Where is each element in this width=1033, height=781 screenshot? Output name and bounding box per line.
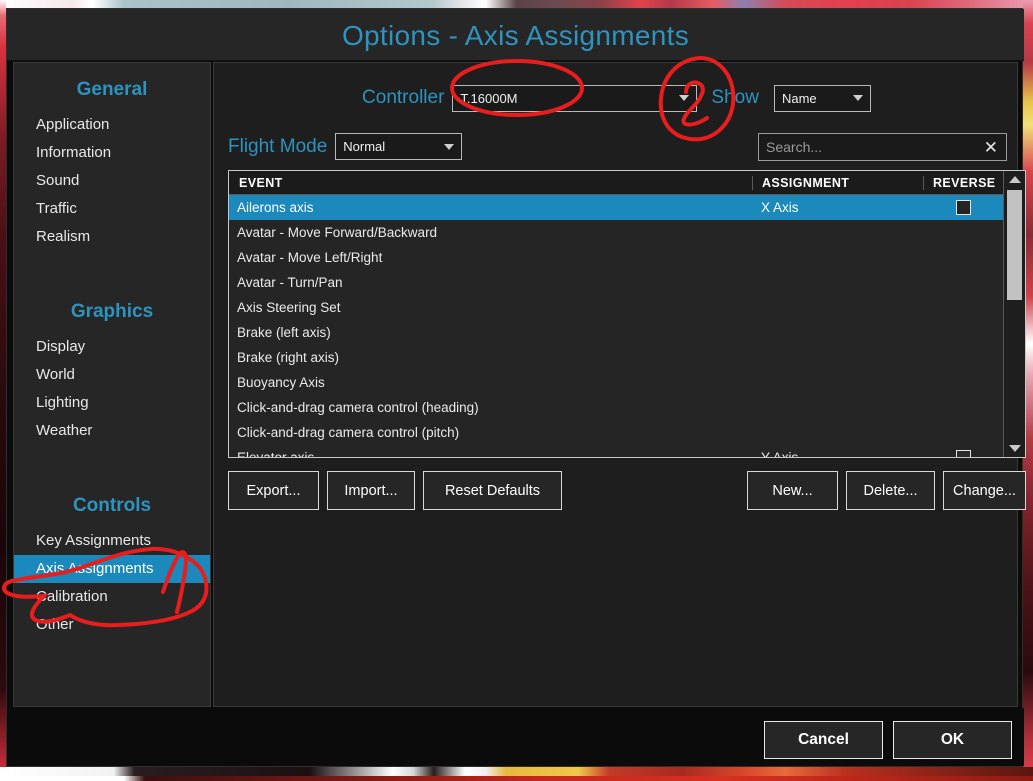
cell-event: Buoyancy Axis: [229, 375, 752, 390]
show-label: Show: [711, 87, 759, 109]
screenshot-root: Options - Axis Assignments General Applic…: [0, 0, 1033, 781]
sidebar-item-lighting[interactable]: Lighting: [14, 389, 210, 417]
flight-mode-label: Flight Mode: [228, 136, 327, 158]
cell-event: Brake (right axis): [229, 350, 752, 365]
sidebar-item-axis-assignments[interactable]: Axis Assignments: [14, 555, 210, 583]
page-title: Options - Axis Assignments: [7, 20, 1024, 52]
cell-assignment: Y Axis: [752, 450, 923, 458]
cell-event: Elevator axis: [229, 450, 752, 458]
sidebar-item-traffic[interactable]: Traffic: [14, 195, 210, 223]
sidebar-item-calibration[interactable]: Calibration: [14, 583, 210, 611]
sidebar-group-title-controls: Controls: [14, 495, 210, 517]
cell-event: Axis Steering Set: [229, 300, 752, 315]
table-row[interactable]: Buoyancy Axis: [229, 370, 1025, 395]
vertical-scrollbar[interactable]: [1003, 171, 1025, 457]
reverse-checkbox[interactable]: [956, 200, 971, 215]
main-content: Controller T.16000M Show Name Flight Mod…: [213, 62, 1018, 707]
background-image-bottom-edge: [0, 776, 1033, 781]
table-row[interactable]: Click-and-drag camera control (heading): [229, 395, 1025, 420]
sidebar-item-sound[interactable]: Sound: [14, 167, 210, 195]
reverse-checkbox[interactable]: [956, 450, 971, 458]
column-header-event[interactable]: EVENT: [229, 176, 752, 190]
cell-reverse: [923, 450, 1004, 458]
sidebar-item-key-assignments[interactable]: Key Assignments: [14, 527, 210, 555]
import-button[interactable]: Import...: [327, 471, 415, 510]
sidebar-item-information[interactable]: Information: [14, 139, 210, 167]
sidebar-group-spacer: [14, 445, 210, 479]
cell-event: Click-and-drag camera control (heading): [229, 400, 752, 415]
controller-row: Controller T.16000M Show Name: [214, 83, 1019, 113]
cell-event: Ailerons axis: [229, 200, 752, 215]
ok-button[interactable]: OK: [893, 721, 1012, 759]
sidebar-item-realism[interactable]: Realism: [14, 223, 210, 251]
controller-label: Controller: [362, 87, 444, 109]
sidebar-item-world[interactable]: World: [14, 361, 210, 389]
dialog-titlebar: Options - Axis Assignments: [7, 9, 1024, 61]
sidebar: General ApplicationInformationSoundTraffi…: [13, 62, 211, 707]
cell-event: Avatar - Turn/Pan: [229, 275, 752, 290]
show-dropdown[interactable]: Name: [774, 85, 871, 112]
table-row[interactable]: Avatar - Turn/Pan: [229, 270, 1025, 295]
flight-mode-dropdown[interactable]: Normal: [335, 133, 462, 160]
cancel-button[interactable]: Cancel: [764, 721, 883, 759]
flight-mode-row: Flight Mode Normal: [228, 133, 462, 160]
cell-assignment: X Axis: [752, 200, 923, 215]
scroll-down-button[interactable]: [1004, 440, 1025, 457]
table-row[interactable]: Ailerons axisX Axis: [229, 195, 1025, 220]
table-row[interactable]: Click-and-drag camera control (pitch): [229, 420, 1025, 445]
cell-event: Avatar - Move Forward/Backward: [229, 225, 752, 240]
table-row[interactable]: Axis Steering Set: [229, 295, 1025, 320]
chevron-down-icon: [444, 144, 454, 150]
scroll-up-button[interactable]: [1004, 171, 1025, 188]
export-button[interactable]: Export...: [228, 471, 319, 510]
sidebar-item-other[interactable]: Other: [14, 611, 210, 639]
show-value: Name: [782, 91, 817, 106]
sidebar-item-weather[interactable]: Weather: [14, 417, 210, 445]
flight-mode-value: Normal: [343, 139, 385, 154]
controller-dropdown[interactable]: T.16000M: [452, 85, 697, 112]
sidebar-group-title-general: General: [14, 79, 210, 101]
table-row[interactable]: Avatar - Move Left/Right: [229, 245, 1025, 270]
column-header-assignment[interactable]: ASSIGNMENT: [752, 176, 923, 190]
sidebar-item-display[interactable]: Display: [14, 333, 210, 361]
triangle-up-icon: [1009, 176, 1021, 183]
options-dialog: Options - Axis Assignments General Applic…: [6, 8, 1023, 767]
new-button[interactable]: New...: [747, 471, 838, 510]
delete-button[interactable]: Delete...: [846, 471, 935, 510]
table-action-buttons: Export... Import... Reset Defaults New..…: [228, 471, 1026, 511]
dialog-footer: Cancel OK: [7, 708, 1024, 766]
table-header: EVENT ASSIGNMENT REVERSE: [229, 171, 1025, 195]
table-row[interactable]: Brake (left axis): [229, 320, 1025, 345]
change-button[interactable]: Change...: [943, 471, 1026, 510]
search-placeholder: Search...: [759, 139, 984, 155]
cell-event: Brake (left axis): [229, 325, 752, 340]
axis-assignments-table: EVENT ASSIGNMENT REVERSE Ailerons axisX …: [228, 170, 1026, 458]
background-image-top: [0, 0, 1033, 8]
cell-event: Click-and-drag camera control (pitch): [229, 425, 752, 440]
chevron-down-icon: [853, 95, 863, 101]
chevron-down-icon: [679, 95, 689, 101]
search-input[interactable]: Search... ✕: [758, 133, 1007, 161]
sidebar-group-spacer: [14, 251, 210, 285]
reset-defaults-button[interactable]: Reset Defaults: [423, 471, 562, 510]
table-row[interactable]: Brake (right axis): [229, 345, 1025, 370]
cell-event: Avatar - Move Left/Right: [229, 250, 752, 265]
table-row[interactable]: Elevator axisY Axis: [229, 445, 1025, 458]
cell-reverse: [923, 200, 1004, 215]
scrollbar-thumb[interactable]: [1007, 190, 1022, 300]
sidebar-item-application[interactable]: Application: [14, 111, 210, 139]
triangle-down-icon: [1009, 445, 1021, 452]
table-row[interactable]: Avatar - Move Forward/Backward: [229, 220, 1025, 245]
sidebar-group-title-graphics: Graphics: [14, 301, 210, 323]
table-body: Ailerons axisX AxisAvatar - Move Forward…: [229, 195, 1025, 458]
close-icon[interactable]: ✕: [984, 139, 1006, 156]
controller-value: T.16000M: [460, 91, 517, 106]
column-header-reverse[interactable]: REVERSE: [923, 176, 1004, 190]
